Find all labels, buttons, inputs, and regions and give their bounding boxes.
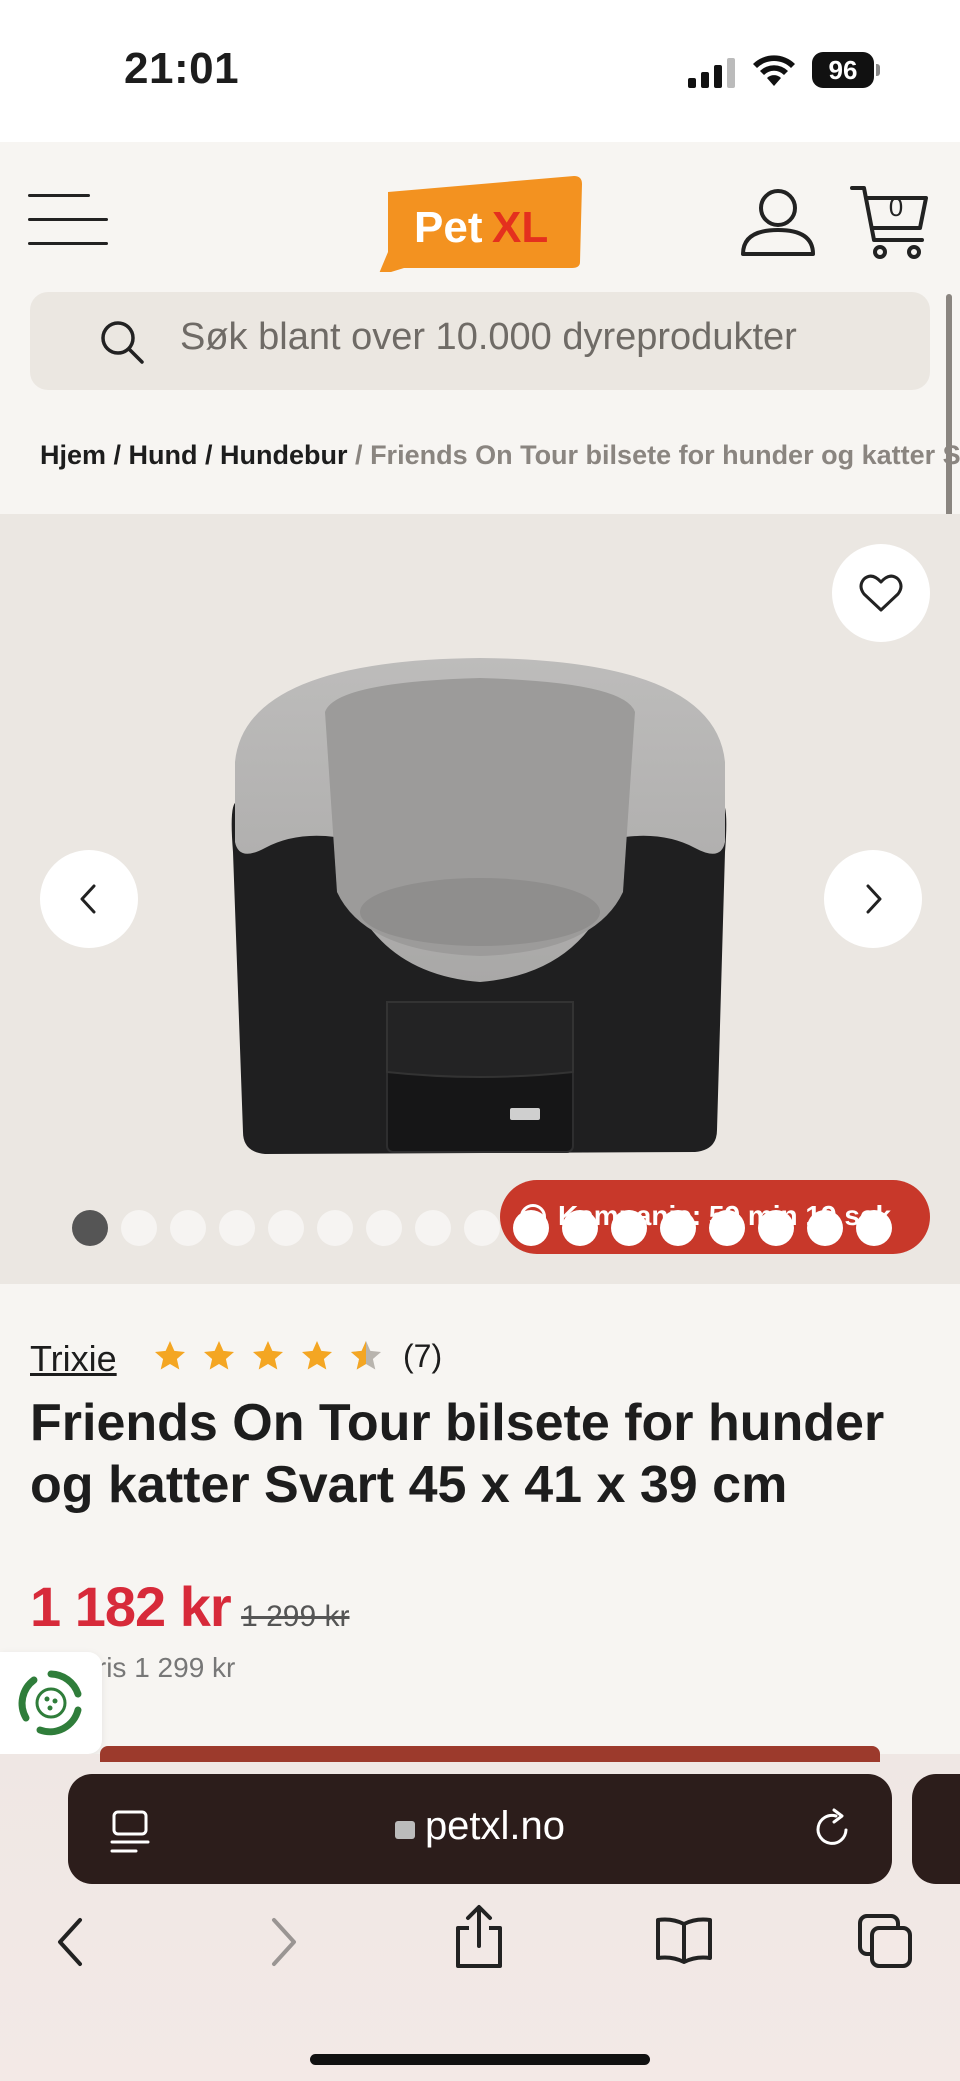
pagination-dot[interactable] — [611, 1210, 647, 1246]
image-pagination-dots[interactable] — [72, 1210, 892, 1246]
star-icon — [302, 1341, 332, 1370]
url-text: petxl.no — [424, 1804, 566, 1848]
wifi-icon — [753, 55, 795, 86]
next-tab-preview[interactable] — [912, 1774, 960, 1884]
add-to-cart-button-edge[interactable] — [100, 1746, 880, 1762]
bookmarks-icon[interactable] — [654, 1916, 714, 1964]
search-icon — [101, 321, 144, 364]
cart-button[interactable]: 0 — [850, 182, 930, 262]
pagination-dot[interactable] — [366, 1210, 402, 1246]
chevron-right-icon — [866, 884, 882, 914]
user-icon — [741, 189, 815, 256]
previous-image-button[interactable] — [40, 850, 138, 948]
pagination-dot[interactable] — [415, 1210, 451, 1246]
lock-icon — [394, 1821, 415, 1839]
battery-icon: 96 — [812, 52, 880, 88]
pagination-dot[interactable] — [72, 1210, 108, 1246]
eco-badge[interactable] — [0, 1652, 102, 1754]
forward-icon[interactable] — [262, 1914, 302, 1970]
next-image-button[interactable] — [824, 850, 922, 948]
search-input[interactable]: Søk blant over 10.000 dyreprodukter — [180, 316, 797, 359]
back-icon[interactable] — [52, 1914, 92, 1970]
product-gallery[interactable]: Kampanje: 59 min 19 sek — [0, 514, 960, 1284]
star-icon — [253, 1341, 283, 1370]
pagination-dot[interactable] — [807, 1210, 843, 1246]
share-icon[interactable] — [454, 1904, 504, 1970]
account-button[interactable] — [740, 186, 816, 258]
pagination-dot[interactable] — [121, 1210, 157, 1246]
pagination-dot[interactable] — [856, 1210, 892, 1246]
status-bar: 21:01 96 — [0, 0, 960, 142]
breadcrumb-current: Friends On Tour bilsete for hunder og ka… — [370, 440, 960, 470]
pagination-dot[interactable] — [513, 1210, 549, 1246]
breadcrumb-home[interactable]: Hjem — [40, 440, 106, 470]
product-title: Friends On Tour bilsete for hunder og ka… — [30, 1394, 885, 1514]
address-bar[interactable]: petxl.no — [68, 1774, 892, 1884]
logo-text-xl: XL — [492, 203, 548, 252]
star-icon — [155, 1341, 185, 1370]
url-display[interactable]: petxl.no — [68, 1804, 892, 1849]
heart-icon — [859, 574, 903, 612]
pagination-dot[interactable] — [758, 1210, 794, 1246]
reload-icon[interactable] — [814, 1808, 854, 1852]
menu-button[interactable] — [28, 194, 108, 246]
menu-icon — [28, 194, 90, 197]
petxl-logo[interactable]: Pet XL — [374, 172, 586, 272]
favorite-button[interactable] — [832, 544, 930, 642]
site-header: Pet XL 0 Søk blant over 10.000 dyreprodu… — [0, 142, 960, 578]
pagination-dot[interactable] — [170, 1210, 206, 1246]
recycle-icon — [18, 1670, 82, 1736]
status-time: 21:01 — [124, 44, 240, 93]
price-row: 1 182 kr 1 299 kr — [30, 1574, 350, 1644]
half-star-icon — [351, 1341, 381, 1370]
pagination-dot[interactable] — [660, 1210, 696, 1246]
browser-toolbar: petxl.no — [0, 1746, 960, 2081]
pagination-dot[interactable] — [464, 1210, 500, 1246]
review-count[interactable]: (7) — [403, 1338, 442, 1375]
pagination-dot[interactable] — [562, 1210, 598, 1246]
search-bar[interactable]: Søk blant over 10.000 dyreprodukter — [30, 292, 930, 390]
breadcrumb-hund[interactable]: Hund — [129, 440, 198, 470]
brand-link[interactable]: Trixie — [30, 1338, 117, 1380]
cart-count: 0 — [888, 192, 904, 222]
star-icon — [204, 1341, 234, 1370]
breadcrumb-hundebur[interactable]: Hundebur — [220, 440, 348, 470]
product-image — [231, 658, 727, 1154]
product-info: Trixie (7) Friends On Tour bilsete for h… — [0, 1284, 960, 1754]
signal-icon — [688, 58, 735, 88]
home-indicator — [310, 2054, 650, 2065]
pagination-dot[interactable] — [268, 1210, 304, 1246]
breadcrumb: Hjem / Hund / Hundebur / Friends On Tour… — [40, 440, 960, 471]
old-price: 1 299 kr — [241, 1600, 350, 1633]
current-price: 1 182 kr — [30, 1575, 232, 1638]
pagination-dot[interactable] — [219, 1210, 255, 1246]
battery-level: 96 — [812, 52, 874, 88]
pagination-dot[interactable] — [709, 1210, 745, 1246]
pagination-dot[interactable] — [317, 1210, 353, 1246]
star-rating[interactable]: (7) — [152, 1334, 442, 1378]
chevron-left-icon — [80, 884, 96, 914]
logo-text-pet: Pet — [414, 203, 483, 252]
tabs-icon[interactable] — [858, 1914, 914, 1970]
